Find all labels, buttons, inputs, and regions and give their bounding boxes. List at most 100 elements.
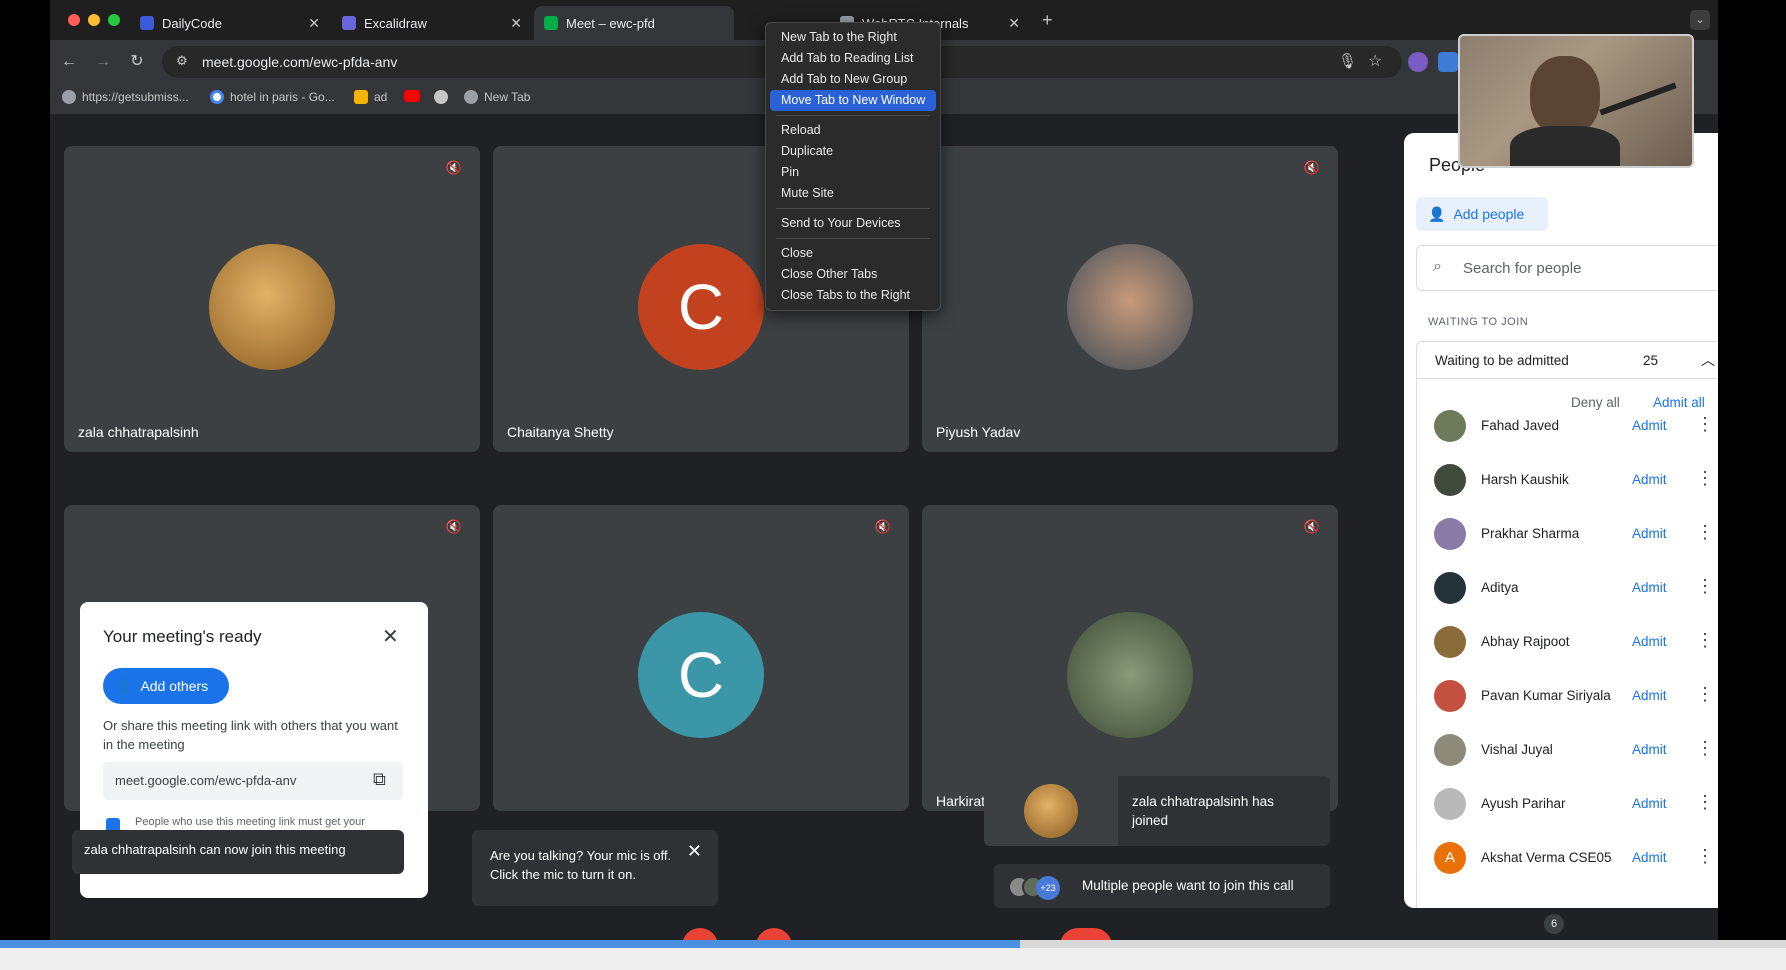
close-window-button[interactable]	[68, 14, 80, 26]
bookmark-item[interactable]	[404, 90, 426, 102]
admit-button[interactable]: Admit	[1632, 796, 1667, 811]
add-people-button[interactable]: 👤 Add people	[1416, 197, 1548, 231]
chevron-up-icon[interactable]: ︿	[1701, 350, 1715, 370]
site-settings-icon[interactable]: ⚙	[176, 53, 188, 69]
joined-text: zala chhatrapalsinh has joined	[1132, 794, 1274, 828]
menu-item-send-devices[interactable]: Send to Your Devices	[770, 213, 936, 234]
microphone-icon[interactable]: 🎙	[1338, 52, 1357, 70]
close-tab-icon[interactable]: ✕	[308, 15, 320, 32]
admit-button[interactable]: Admit	[1632, 742, 1667, 757]
bookmark-item[interactable]: ad	[354, 90, 387, 104]
bookmark-item[interactable]: hotel in paris - Go...	[210, 90, 335, 104]
globe-icon	[62, 90, 76, 104]
bottom-taskbar	[0, 948, 1786, 970]
more-options-icon[interactable]: ⋮	[1696, 522, 1714, 543]
more-options-icon[interactable]: ⋮	[1696, 468, 1714, 489]
search-people-input[interactable]: ⌕ Search for people	[1416, 245, 1718, 291]
participant-tile[interactable]: 🔇 C	[493, 505, 909, 811]
link-notice: People who use this meeting link must ge…	[135, 816, 365, 828]
menu-separator	[776, 208, 930, 209]
participant-tile[interactable]: 🔇 zala chhatrapalsinh	[64, 146, 480, 452]
waiting-to-be-admitted-header[interactable]: Waiting to be admitted 25 ︿	[1416, 341, 1718, 379]
self-view-video[interactable]	[1458, 34, 1694, 168]
admit-button[interactable]: Admit	[1632, 580, 1667, 595]
admit-button[interactable]: Admit	[1632, 850, 1667, 865]
bookmark-label: ad	[374, 90, 388, 104]
more-options-icon[interactable]: ⋮	[1696, 792, 1714, 813]
extension-icon[interactable]	[1438, 52, 1458, 72]
bookmark-item[interactable]: New Tab	[464, 90, 530, 104]
avatar	[1024, 784, 1078, 838]
admit-button[interactable]: Admit	[1632, 418, 1667, 433]
youtube-icon	[404, 90, 420, 102]
menu-item-close-other[interactable]: Close Other Tabs	[770, 264, 936, 285]
participant-tile[interactable]: 🔇 Harkirat Singh	[922, 505, 1338, 811]
more-options-icon[interactable]: ⋮	[1696, 414, 1714, 435]
menu-item-duplicate[interactable]: Duplicate	[770, 141, 936, 162]
tab-search-chevron-icon[interactable]: ⌄	[1690, 10, 1710, 30]
menu-item-reload[interactable]: Reload	[770, 120, 936, 141]
maximize-window-button[interactable]	[108, 14, 120, 26]
admit-button[interactable]: Admit	[1632, 472, 1667, 487]
bookmark-label: New Tab	[484, 90, 531, 104]
reload-icon[interactable]: ↻	[126, 51, 148, 73]
meet-favicon-icon	[544, 16, 558, 30]
menu-separator	[776, 115, 930, 116]
admitted-toast: zala chhatrapalsinh can now join this me…	[72, 830, 404, 874]
join-requests-toast[interactable]: +23 Multiple people want to join this ca…	[994, 864, 1330, 908]
video-progress-bar[interactable]	[0, 940, 1786, 948]
avatar	[1434, 626, 1466, 658]
more-options-icon[interactable]: ⋮	[1696, 630, 1714, 651]
admit-button[interactable]: Admit	[1632, 526, 1667, 541]
close-tab-icon[interactable]: ✕	[1008, 15, 1020, 32]
bookmark-item[interactable]	[434, 90, 454, 104]
participant-tile[interactable]: 🔇 Piyush Yadav	[922, 146, 1338, 452]
self-view-shirt	[1510, 126, 1620, 166]
waiting-person-row: Harsh Kaushik Admit ⋮	[1434, 458, 1718, 502]
tab-excalidraw[interactable]: Excalidraw ✕	[332, 6, 532, 40]
bookmark-item[interactable]: https://getsubmiss...	[62, 90, 189, 104]
more-options-icon[interactable]: ⋮	[1696, 738, 1714, 759]
menu-item-pin[interactable]: Pin	[770, 162, 936, 183]
menu-item-move-new-window[interactable]: Move Tab to New Window	[770, 90, 936, 111]
waiting-count: 25	[1643, 353, 1659, 368]
forward-arrow-icon[interactable]: →	[92, 51, 114, 73]
menu-item-close[interactable]: Close	[770, 243, 936, 264]
progress-fill	[0, 940, 1020, 948]
avatar	[1434, 680, 1466, 712]
new-tab-plus-icon[interactable]: +	[1042, 10, 1053, 31]
back-arrow-icon[interactable]: ←	[58, 51, 80, 73]
tab-dailycode[interactable]: DailyCode ✕	[130, 6, 330, 40]
menu-item-add-new-group[interactable]: Add Tab to New Group	[770, 69, 936, 90]
more-options-icon[interactable]: ⋮	[1696, 846, 1714, 867]
participant-name: zala chhatrapalsinh	[78, 424, 199, 440]
dialog-title: Your meeting's ready	[103, 627, 262, 646]
menu-item-add-reading-list[interactable]: Add Tab to Reading List	[770, 48, 936, 69]
more-options-icon[interactable]: ⋮	[1696, 684, 1714, 705]
bookmark-star-icon[interactable]: ☆	[1368, 51, 1382, 71]
extension-icon[interactable]	[1408, 52, 1428, 72]
person-name: Ayush Parihar	[1481, 796, 1566, 811]
menu-item-close-right[interactable]: Close Tabs to the Right	[770, 285, 936, 306]
add-people-label: Add people	[1453, 206, 1525, 222]
avatar	[1067, 612, 1193, 738]
more-options-icon[interactable]: ⋮	[1696, 576, 1714, 597]
menu-item-mute-site[interactable]: Mute Site	[770, 183, 936, 204]
add-person-icon: 👤	[115, 677, 133, 694]
waiting-person-row: Aditya Admit ⋮	[1434, 566, 1718, 610]
copy-icon[interactable]: ⧉	[373, 769, 386, 790]
menu-item-new-tab-right[interactable]: New Tab to the Right	[770, 27, 936, 48]
close-icon[interactable]: ✕	[687, 842, 702, 861]
close-icon[interactable]: ✕	[382, 624, 399, 649]
mic-off-tooltip: Are you talking? Your mic is off. Click …	[472, 830, 718, 906]
admit-button[interactable]: Admit	[1632, 634, 1667, 649]
waiting-person-row: Ayush Parihar Admit ⋮	[1434, 782, 1718, 826]
muted-mic-icon: 🔇	[445, 519, 463, 534]
tab-meet[interactable]: Meet – ewc-pfd	[534, 6, 734, 40]
avatar	[1067, 244, 1193, 370]
url-text: meet.google.com/ewc-pfda-anv	[202, 54, 398, 70]
add-others-button[interactable]: 👤 Add others	[103, 668, 229, 704]
close-tab-icon[interactable]: ✕	[510, 15, 522, 32]
minimize-window-button[interactable]	[88, 14, 100, 26]
admit-button[interactable]: Admit	[1632, 688, 1667, 703]
